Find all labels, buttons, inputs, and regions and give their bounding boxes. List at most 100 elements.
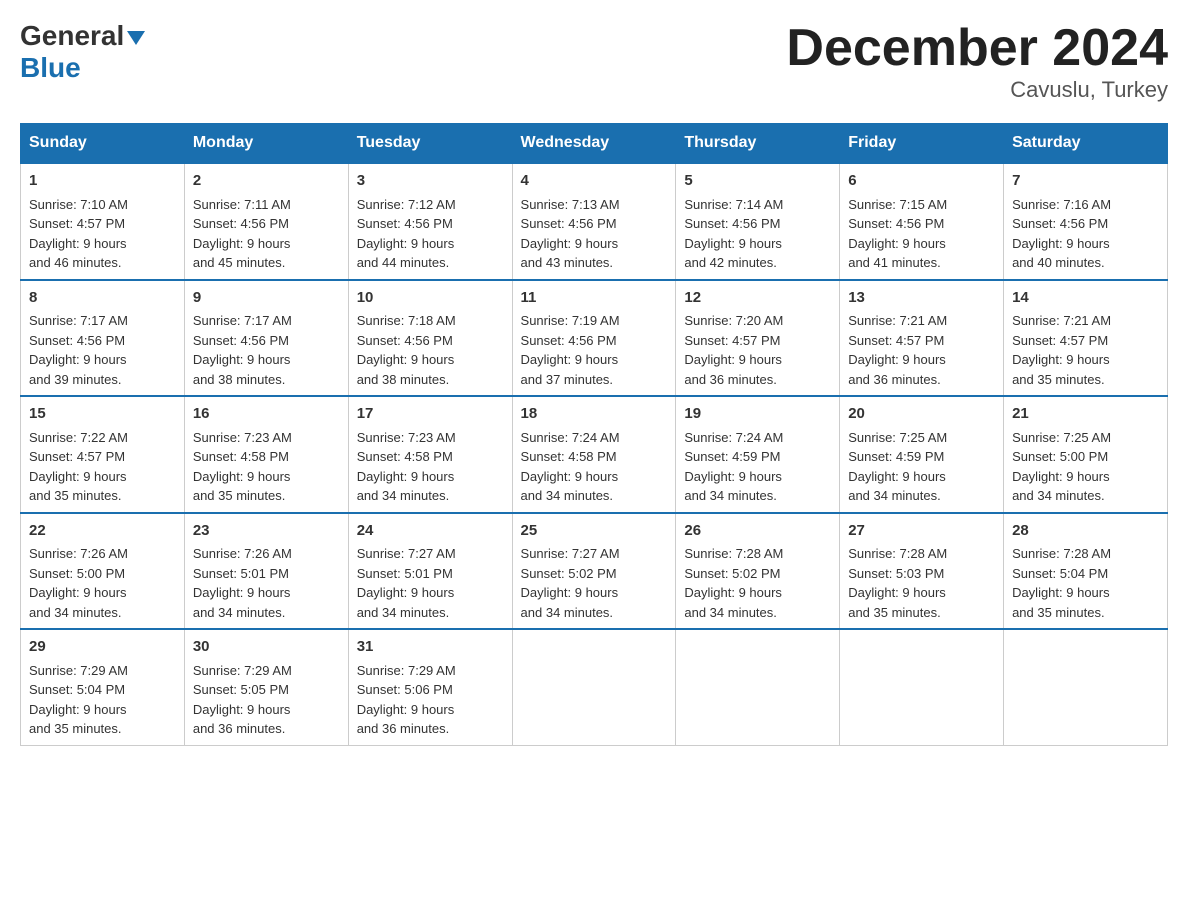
day-number: 31	[357, 636, 504, 659]
sunrise-line: Sunrise: 7:17 AM	[193, 313, 292, 328]
sunset-line: Sunset: 4:57 PM	[684, 333, 780, 348]
daylight-minutes-line: and 39 minutes.	[29, 372, 122, 387]
sunset-line: Sunset: 5:01 PM	[357, 566, 453, 581]
daylight-hours-line: Daylight: 9 hours	[521, 585, 619, 600]
sunset-line: Sunset: 5:01 PM	[193, 566, 289, 581]
sunset-line: Sunset: 4:56 PM	[684, 216, 780, 231]
daylight-hours-line: Daylight: 9 hours	[1012, 352, 1110, 367]
daylight-minutes-line: and 34 minutes.	[684, 605, 777, 620]
daylight-minutes-line: and 34 minutes.	[193, 605, 286, 620]
daylight-hours-line: Daylight: 9 hours	[684, 352, 782, 367]
daylight-hours-line: Daylight: 9 hours	[521, 352, 619, 367]
logo-general-text: General	[20, 20, 124, 52]
daylight-minutes-line: and 34 minutes.	[684, 488, 777, 503]
daylight-hours-line: Daylight: 9 hours	[521, 236, 619, 251]
calendar-week-row: 8 Sunrise: 7:17 AM Sunset: 4:56 PM Daylight…	[21, 280, 1168, 397]
calendar-header-row: Sunday Monday Tuesday Wednesday Thursday…	[21, 124, 1168, 164]
sunrise-line: Sunrise: 7:29 AM	[357, 663, 456, 678]
table-row: 19Sunrise: 7:24 AMSunset: 4:59 PMDayligh…	[676, 396, 840, 513]
table-row: 11Sunrise: 7:19 AMSunset: 4:56 PMDayligh…	[512, 280, 676, 397]
table-row: 4Sunrise: 7:13 AMSunset: 4:56 PMDaylight…	[512, 163, 676, 280]
daylight-hours-line: Daylight: 9 hours	[193, 352, 291, 367]
daylight-minutes-line: and 35 minutes.	[193, 488, 286, 503]
daylight-hours-line: Daylight: 9 hours	[684, 585, 782, 600]
day-number: 18	[521, 403, 668, 426]
day-number: 30	[193, 636, 340, 659]
sunrise-line: Sunrise: 7:10 AM	[29, 197, 128, 212]
sunrise-line: Sunrise: 7:19 AM	[521, 313, 620, 328]
day-number: 8	[29, 287, 176, 310]
sunset-line: Sunset: 4:58 PM	[357, 449, 453, 464]
daylight-minutes-line: and 34 minutes.	[357, 488, 450, 503]
table-row: 27Sunrise: 7:28 AMSunset: 5:03 PMDayligh…	[840, 513, 1004, 630]
sunrise-line: Sunrise: 7:14 AM	[684, 197, 783, 212]
sunrise-line: Sunrise: 7:16 AM	[1012, 197, 1111, 212]
daylight-minutes-line: and 35 minutes.	[29, 488, 122, 503]
daylight-hours-line: Daylight: 9 hours	[1012, 236, 1110, 251]
sunrise-line: Sunrise: 7:24 AM	[521, 430, 620, 445]
day-number: 12	[684, 287, 831, 310]
table-row	[512, 629, 676, 745]
col-tuesday: Tuesday	[348, 124, 512, 164]
col-monday: Monday	[184, 124, 348, 164]
sunrise-line: Sunrise: 7:12 AM	[357, 197, 456, 212]
sunset-line: Sunset: 4:56 PM	[1012, 216, 1108, 231]
daylight-minutes-line: and 44 minutes.	[357, 255, 450, 270]
daylight-hours-line: Daylight: 9 hours	[357, 236, 455, 251]
sunset-line: Sunset: 4:58 PM	[193, 449, 289, 464]
table-row: 14Sunrise: 7:21 AMSunset: 4:57 PMDayligh…	[1004, 280, 1168, 397]
table-row: 24Sunrise: 7:27 AMSunset: 5:01 PMDayligh…	[348, 513, 512, 630]
day-number: 23	[193, 520, 340, 543]
daylight-hours-line: Daylight: 9 hours	[193, 469, 291, 484]
sunset-line: Sunset: 4:57 PM	[29, 216, 125, 231]
sunrise-line: Sunrise: 7:29 AM	[193, 663, 292, 678]
day-number: 26	[684, 520, 831, 543]
daylight-hours-line: Daylight: 9 hours	[193, 702, 291, 717]
day-number: 19	[684, 403, 831, 426]
day-number: 25	[521, 520, 668, 543]
daylight-hours-line: Daylight: 9 hours	[684, 469, 782, 484]
sunrise-line: Sunrise: 7:28 AM	[1012, 546, 1111, 561]
sunset-line: Sunset: 5:04 PM	[1012, 566, 1108, 581]
daylight-minutes-line: and 35 minutes.	[1012, 605, 1105, 620]
day-number: 24	[357, 520, 504, 543]
daylight-minutes-line: and 41 minutes.	[848, 255, 941, 270]
sunrise-line: Sunrise: 7:24 AM	[684, 430, 783, 445]
table-row: 1 Sunrise: 7:10 AM Sunset: 4:57 PM Daylight…	[21, 163, 185, 280]
month-title: December 2024	[786, 20, 1168, 77]
daylight-hours-line: Daylight: 9 hours	[193, 236, 291, 251]
sunset-line: Sunset: 5:05 PM	[193, 682, 289, 697]
daylight-minutes-line: and 40 minutes.	[1012, 255, 1105, 270]
day-number: 15	[29, 403, 176, 426]
daylight-minutes-line: and 38 minutes.	[193, 372, 286, 387]
daylight-hours-line: Daylight: 9 hours	[848, 352, 946, 367]
daylight-hours-line: Daylight: 9 hours	[357, 585, 455, 600]
sunset-line: Sunset: 4:56 PM	[357, 216, 453, 231]
daylight-hours-line: Daylight: 9 hours	[848, 585, 946, 600]
sunset-line: Sunset: 4:56 PM	[193, 216, 289, 231]
table-row: 3 Sunrise: 7:12 AM Sunset: 4:56 PM Daylight…	[348, 163, 512, 280]
daylight-minutes-line: and 36 minutes.	[848, 372, 941, 387]
daylight-minutes-line: and 34 minutes.	[848, 488, 941, 503]
sunset-line: Sunset: 4:56 PM	[193, 333, 289, 348]
daylight-minutes-line: and 42 minutes.	[684, 255, 777, 270]
day-number: 20	[848, 403, 995, 426]
daylight-hours-line: Daylight: 9 hours	[29, 469, 127, 484]
table-row: 22Sunrise: 7:26 AMSunset: 5:00 PMDayligh…	[21, 513, 185, 630]
day-number: 4	[521, 170, 668, 193]
sunset-line: Sunset: 4:56 PM	[848, 216, 944, 231]
day-number: 7	[1012, 170, 1159, 193]
logo-triangle-icon	[127, 31, 145, 45]
daylight-hours-line: Daylight: 9 hours	[357, 702, 455, 717]
sunset-line: Sunset: 5:04 PM	[29, 682, 125, 697]
day-number: 3	[357, 170, 504, 193]
sunrise-line: Sunrise: 7:27 AM	[521, 546, 620, 561]
logo: General Blue	[20, 20, 145, 84]
daylight-hours-line: Daylight: 9 hours	[29, 236, 127, 251]
daylight-hours-line: Daylight: 9 hours	[357, 469, 455, 484]
table-row: 6Sunrise: 7:15 AMSunset: 4:56 PMDaylight…	[840, 163, 1004, 280]
table-row: 7 Sunrise: 7:16 AM Sunset: 4:56 PM Daylight…	[1004, 163, 1168, 280]
sunrise-line: Sunrise: 7:21 AM	[848, 313, 947, 328]
daylight-minutes-line: and 35 minutes.	[848, 605, 941, 620]
day-number: 1	[29, 170, 176, 193]
